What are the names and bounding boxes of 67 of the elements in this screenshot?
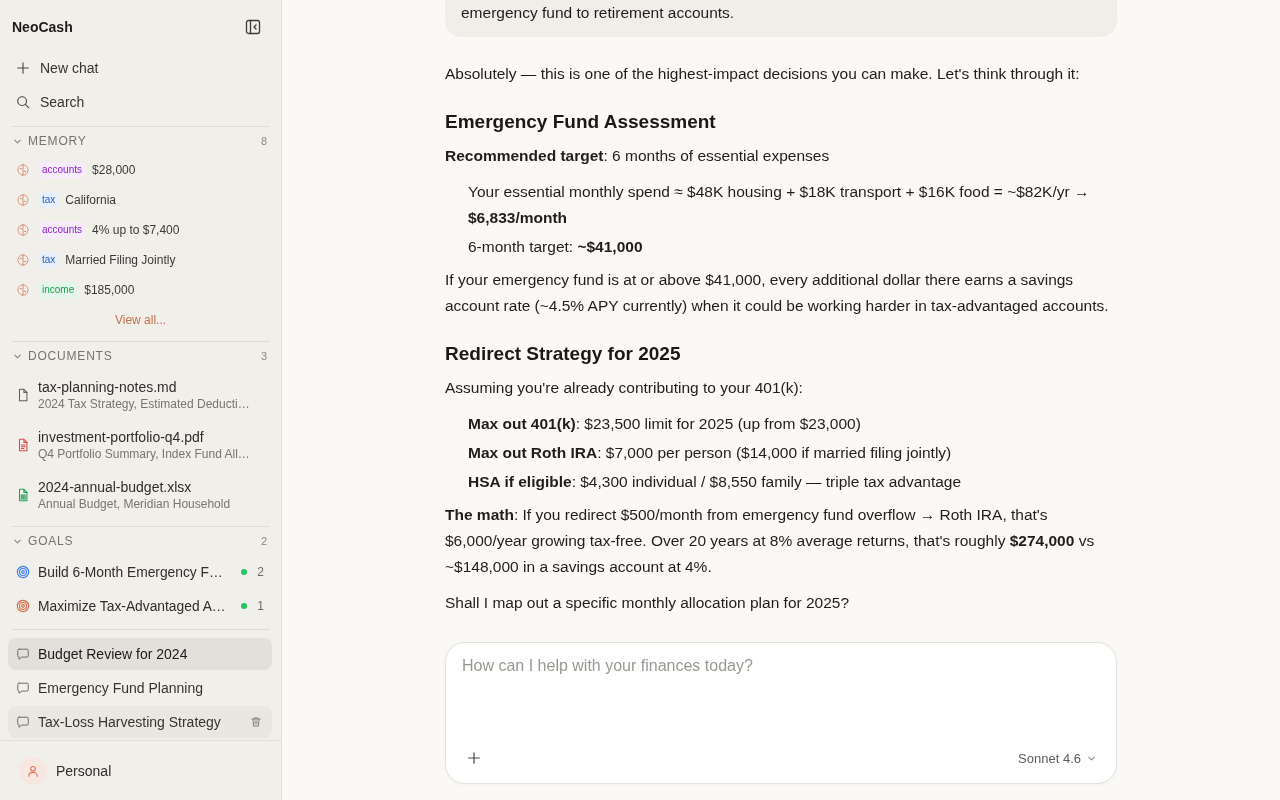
section-count: 2	[260, 535, 267, 547]
plus-icon	[467, 751, 481, 765]
brain-icon	[16, 193, 30, 207]
memory-value: $185,000	[84, 283, 135, 297]
section-heading: Emergency Fund Assessment	[445, 110, 717, 134]
memory-tag: tax	[39, 192, 59, 208]
message-input[interactable]: How can I help with your finances today?	[462, 656, 1100, 744]
list-item: 6-month target: ~$41,000	[468, 237, 644, 257]
document-name[interactable]: investment-portfolio-q4.pdf	[38, 428, 204, 446]
list-item: Max out Roth IRA: $7,000 per person ($14,000 if married filing jointly)	[468, 443, 953, 463]
app-name: NeoCash	[12, 19, 73, 35]
memory-value: California	[65, 193, 117, 207]
goal-title[interactable]: Maximize Tax-Advantaged A…	[38, 598, 238, 614]
spreadsheet-icon	[16, 488, 30, 502]
person-avatar-icon	[19, 756, 47, 785]
message-paragraph: Shall I map out a specific monthly allocation plan for 2025?	[445, 593, 851, 613]
goal-count: 2	[257, 565, 264, 579]
sidebar-toggle-icon[interactable]	[245, 19, 261, 35]
memory-tag: tax	[39, 252, 59, 268]
message-paragraph: Recommended target: 6 months of essential expenses	[445, 146, 831, 166]
goal-count: 1	[257, 599, 264, 613]
memory-value: $28,000	[92, 163, 136, 177]
memory-tag: income	[39, 282, 78, 298]
chat-bubble-icon	[16, 647, 30, 661]
section-heading: Redirect Strategy for 2025	[445, 342, 682, 366]
message-paragraph: If your emergency fund is at or above $41,000, every additional dollar there earns a savings account rate (~4.5% APY currently) when it could be working harder in tax-advantaged accounts.	[445, 270, 1110, 316]
section-title: MEMORY	[28, 134, 88, 148]
list-item: HSA if eligible: $4,300 individual / $8,550 family — triple tax advantage	[468, 472, 963, 492]
section-count: 3	[260, 350, 267, 362]
document-summary: Q4 Portfolio Summary, Index Fund All…	[38, 446, 250, 462]
chat-item[interactable]: Tax-Loss Harvesting Strategy	[8, 706, 272, 738]
message-paragraph: The math: If you redirect $500/month from emergency fund overflow → Roth IRA, that's $6,000/year growing tax-free. Over 20 years at 8% average returns, that's roughly $274,000 vs ~$148,000 in a savings account at 4%.	[445, 505, 1096, 577]
memory-tag: accounts	[39, 222, 86, 238]
document-summary: Annual Budget, Meridian Household	[38, 496, 231, 512]
account-button[interactable]: Personal	[12, 748, 119, 793]
search-icon	[16, 95, 30, 109]
list-item: Your essential monthly spend ≈ $48K housing + $18K transport + $16K food = ~$82K/yr → $6,833/month	[468, 182, 1091, 228]
document-name[interactable]: 2024-annual-budget.xlsx	[38, 478, 192, 496]
message-composer[interactable]: How can I help with your finances today? Sonnet 4.6	[445, 642, 1117, 784]
memory-value: Married Filing Jointly	[65, 253, 176, 267]
brain-icon	[16, 223, 30, 237]
message-paragraph: Assuming you're already contributing to your 401(k):	[445, 378, 804, 398]
memory-tag: accounts	[39, 162, 86, 178]
chat-bubble-icon	[16, 715, 30, 729]
plus-icon	[16, 61, 30, 75]
section-count: 8	[260, 135, 267, 147]
document-name[interactable]: tax-planning-notes.md	[38, 378, 177, 396]
list-item: Max out 401(k): $23,500 limit for 2025 (up from $23,000)	[468, 414, 862, 434]
brain-icon	[16, 283, 30, 297]
search-button[interactable]: Search	[8, 85, 273, 119]
user-message: emergency fund to retirement accounts.	[445, 0, 1117, 37]
pdf-file-icon	[16, 438, 30, 452]
goal-title[interactable]: Build 6-Month Emergency F…	[38, 564, 238, 580]
model-selector[interactable]: Sonnet 4.6	[1012, 745, 1100, 771]
trash-icon[interactable]	[250, 716, 262, 728]
chat-bubble-icon	[16, 681, 30, 695]
section-title: DOCUMENTS	[28, 349, 114, 363]
file-icon	[16, 388, 30, 402]
brain-icon	[16, 163, 30, 177]
memory-value: 4% up to $7,400	[92, 223, 180, 237]
new-chat-button[interactable]: New chat	[8, 51, 273, 85]
chat-item[interactable]: Budget Review for 2024	[8, 638, 272, 670]
brain-icon	[16, 253, 30, 267]
message-paragraph: Absolutely — this is one of the highest-impact decisions you can make. Let's think through it:	[445, 64, 1081, 84]
chat-item[interactable]: Emergency Fund Planning	[8, 672, 272, 704]
document-summary: 2024 Tax Strategy, Estimated Deducti…	[38, 396, 250, 412]
section-title: GOALS	[28, 534, 75, 548]
